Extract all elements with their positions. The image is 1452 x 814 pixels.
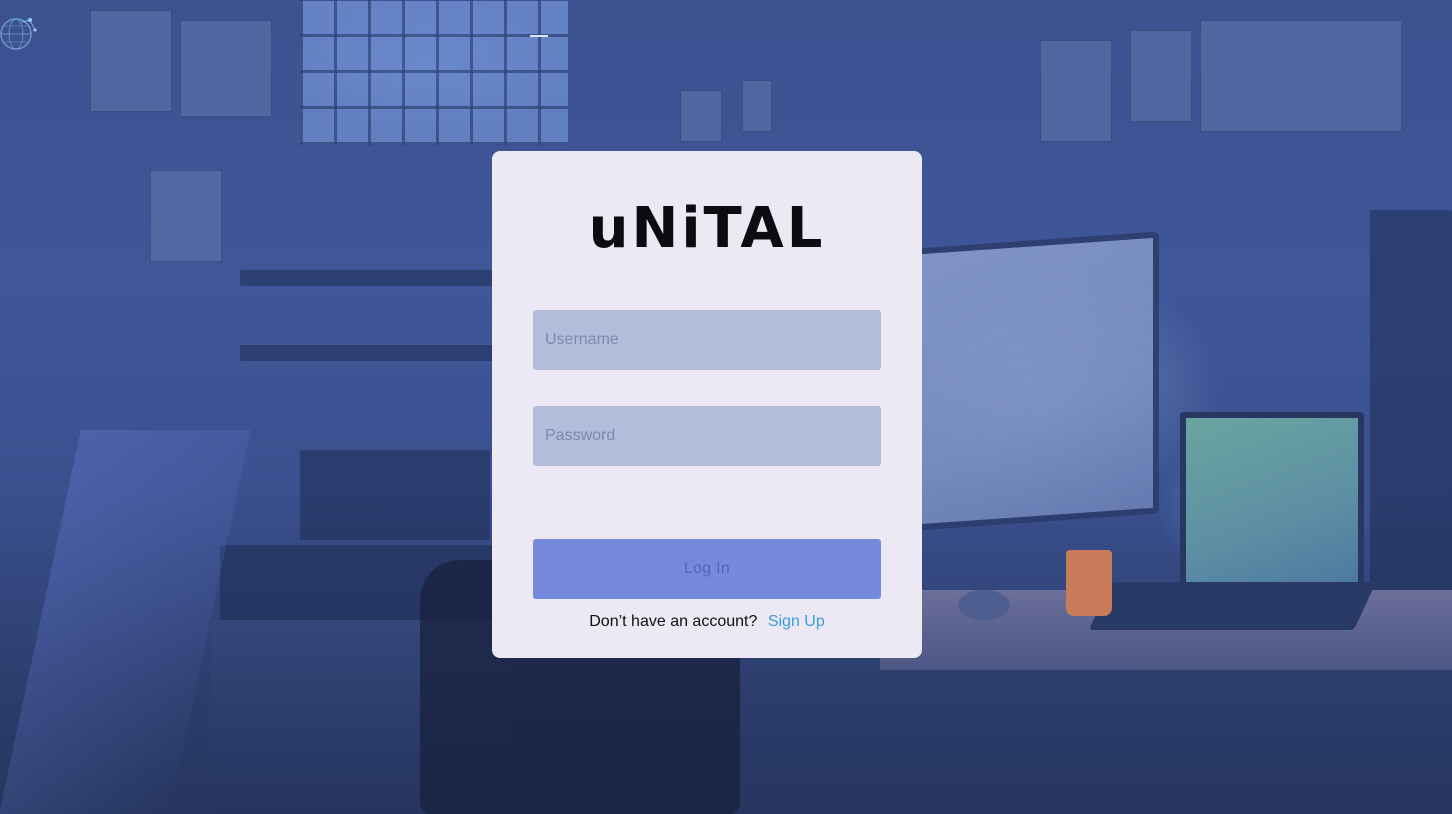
background-window	[300, 0, 568, 145]
background-paper	[1200, 20, 1402, 132]
background-paper	[1040, 40, 1112, 142]
signup-link[interactable]: Sign Up	[768, 613, 825, 630]
login-card: uNiTAL Log In Don’t have an account? Sig…	[492, 151, 922, 658]
globe-network-icon[interactable]	[0, 6, 40, 50]
background-shelf	[240, 270, 495, 286]
background-paper	[150, 170, 222, 262]
background-shelf	[300, 450, 490, 540]
background-paper	[1130, 30, 1192, 122]
top-dash-indicator	[530, 35, 548, 37]
background-monitor	[915, 231, 1159, 531]
background-paper	[180, 20, 272, 117]
background-paper	[90, 10, 172, 112]
login-button[interactable]: Log In	[533, 539, 881, 599]
signup-prompt: Don’t have an account?	[589, 613, 758, 630]
background-shelf	[1370, 210, 1452, 610]
password-input[interactable]	[533, 406, 881, 466]
background-paper	[680, 90, 722, 142]
background-laptop-base	[1088, 582, 1377, 630]
background-mug	[1066, 550, 1112, 616]
username-input[interactable]	[533, 310, 881, 370]
background-mouse	[958, 590, 1010, 620]
background-laptop	[1180, 412, 1364, 592]
app-logo-text: uNiTAL	[588, 196, 826, 261]
background-paper	[742, 80, 772, 132]
signup-row: Don’t have an account? Sign Up	[492, 613, 922, 631]
background-shelf	[240, 345, 495, 361]
